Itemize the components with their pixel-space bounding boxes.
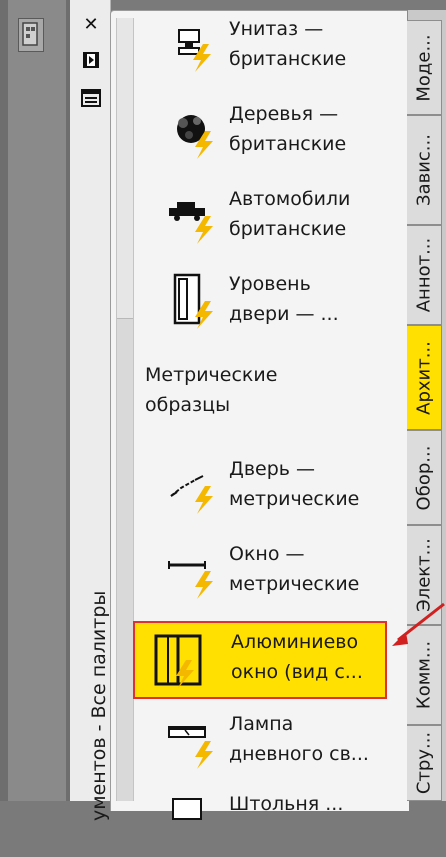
door-level-icon <box>173 273 213 329</box>
tool-item-window-metric[interactable]: Окно — метрические <box>145 535 400 607</box>
door-icon <box>170 475 213 514</box>
tool-item-aluminum-window[interactable]: Алюминиево окно (вид с... <box>133 621 387 699</box>
tool-item-door-level[interactable]: Уровень двери — ... <box>145 265 400 337</box>
annotation-arrow <box>392 602 445 646</box>
section-title: Метрические образцы <box>145 364 278 416</box>
tool-item-toilet[interactable]: Унитаз — британские <box>145 10 400 82</box>
tab-dependencies[interactable]: Завис... <box>407 115 442 225</box>
tool-item-lamp[interactable]: Лампа дневного св... <box>145 705 400 777</box>
aluminum-window-icon <box>154 634 202 688</box>
tool-item-label: Алюминиево окно (вид с... <box>231 631 363 683</box>
tool-item-label: Окно — метрические <box>229 543 360 595</box>
tool-item-label: Уровень двери — ... <box>229 273 339 325</box>
left-dock-bar <box>0 0 70 801</box>
tool-item-stair[interactable]: Штольня ... <box>145 785 400 857</box>
tool-item-label: Унитаз — британские <box>229 18 347 70</box>
palette-menu-icon[interactable] <box>18 18 44 52</box>
window-icon <box>168 561 213 599</box>
palette-title: ументов - Все палитры <box>88 590 110 821</box>
tree-icon <box>177 115 213 159</box>
tab-modeling[interactable]: Моде... <box>407 20 442 115</box>
toilet-icon <box>178 29 211 72</box>
tool-item-label: Деревья — британские <box>229 103 347 155</box>
tab-equipment[interactable]: Обор... <box>407 430 442 525</box>
tab-structure[interactable]: Стру... <box>407 725 442 801</box>
tool-item-label: Автомобили британские <box>229 188 351 240</box>
tool-item-trees[interactable]: Деревья — британские <box>145 95 400 167</box>
tool-item-label: Штольня ... <box>229 793 344 815</box>
stair-icon <box>172 798 202 820</box>
scrollbar-thumb[interactable] <box>117 18 133 319</box>
tool-item-label: Лампа дневного св... <box>229 713 369 765</box>
vertical-scrollbar[interactable] <box>116 18 134 801</box>
tab-annotation[interactable]: Аннот... <box>407 225 442 325</box>
tool-item-label: Дверь — метрические <box>229 458 360 510</box>
tab-architecture[interactable]: Архит... <box>407 325 442 430</box>
dock-stripe <box>8 0 66 801</box>
lamp-icon <box>168 726 213 769</box>
tool-item-door-metric[interactable]: Дверь — метрические <box>145 450 400 522</box>
tool-item-cars[interactable]: Автомобили британские <box>145 180 400 252</box>
car-icon <box>169 202 213 244</box>
